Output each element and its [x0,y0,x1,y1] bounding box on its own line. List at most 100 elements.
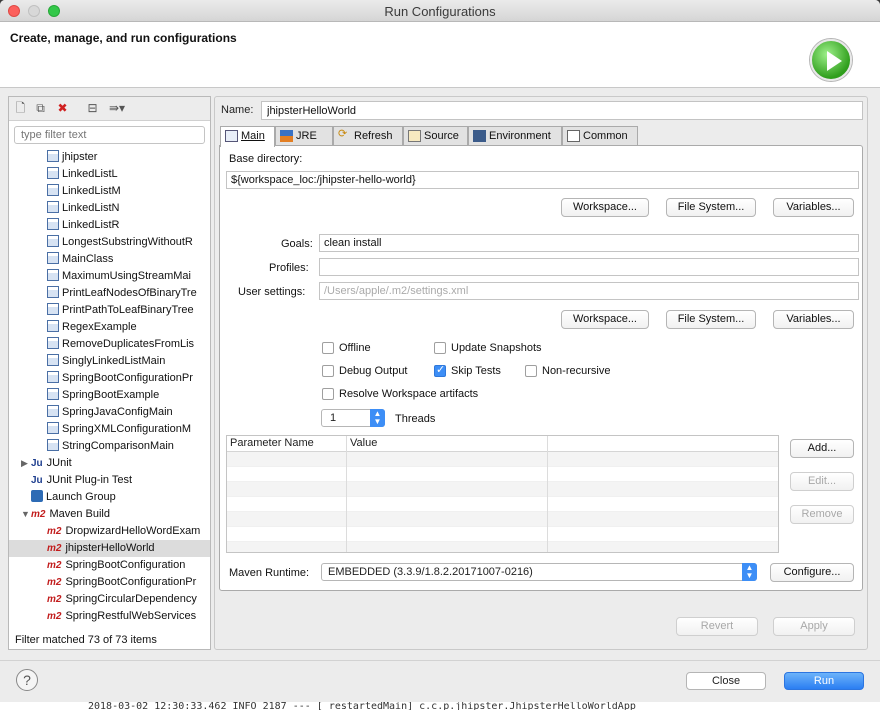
maven-icon: m2 [47,611,62,622]
tree-item[interactable]: PrintPathToLeafBinaryTree [9,302,210,319]
tree-item[interactable]: m2 SpringBootConfigurationPr [9,574,210,591]
maven-runtime-select[interactable]: EMBEDDED (3.3.9/1.8.2.20171007-0216) ▲ ▼ [321,563,757,581]
refresh-icon: ⟳ [338,128,348,140]
tree-item[interactable]: ▶ Ju JUnit [9,455,210,472]
duplicate-configuration-icon[interactable]: ⧉ [33,101,48,116]
tree-item[interactable]: SpringBootConfigurationPr [9,370,210,387]
tree-item[interactable]: PrintLeafNodesOfBinaryTre [9,285,210,302]
table-row[interactable] [227,482,778,497]
collapse-icon[interactable]: ▼ [21,506,31,523]
table-row[interactable] [227,542,778,552]
run-button[interactable]: Run [784,672,864,690]
tree-item-label: LinkedListL [62,168,118,180]
tree-item-label: MainClass [62,253,114,265]
configure-runtime-button[interactable]: Configure... [770,563,854,582]
table-row[interactable] [227,467,778,482]
tree-item[interactable]: SpringBootExample [9,387,210,404]
jre-icon [280,130,293,142]
base-filesystem-button[interactable]: File System... [666,198,756,217]
filter-menu-icon[interactable]: ⇛▾ [105,101,129,116]
tab-source[interactable]: Source [403,126,468,146]
tab-refresh[interactable]: ⟳ Refresh [333,126,403,146]
offline-checkbox[interactable]: Offline [322,342,371,355]
column-value[interactable]: Value [350,436,377,451]
base-workspace-button[interactable]: Workspace... [561,198,649,217]
close-button[interactable]: Close [686,672,766,690]
tree-item[interactable]: LongestSubstringWithoutR [9,234,210,251]
tab-common[interactable]: Common [562,126,638,146]
main-icon [225,130,238,142]
tree-item[interactable]: SpringXMLConfigurationM [9,421,210,438]
delete-configuration-icon[interactable]: ✖ [55,101,70,116]
tree-item[interactable]: LinkedListL [9,166,210,183]
tree-item[interactable]: MainClass [9,251,210,268]
java-app-icon [47,371,59,383]
tree-item-label: SpringBootConfigurationPr [65,576,197,588]
remove-parameter-button[interactable]: Remove [790,505,854,524]
column-parameter-name[interactable]: Parameter Name [230,436,314,451]
tree-item[interactable]: MaximumUsingStreamMai [9,268,210,285]
tree-item[interactable]: RemoveDuplicatesFromLis [9,336,210,353]
collapse-all-icon[interactable]: ⊟ [85,101,100,116]
java-app-icon [47,184,59,196]
tree-item[interactable]: jhipster [9,149,210,166]
table-row[interactable] [227,452,778,467]
revert-button[interactable]: Revert [676,617,758,636]
new-configuration-icon[interactable]: 🗋 [13,101,28,116]
tree-item[interactable]: SpringJavaConfigMain [9,404,210,421]
tab-jre[interactable]: JRE [275,126,333,146]
configuration-tree: jhipster LinkedListL LinkedListM LinkedList… [9,149,210,623]
update-snapshots-checkbox[interactable]: Update Snapshots [434,342,542,355]
threads-select[interactable]: 1 ▲ ▼ [321,409,385,427]
tree-item[interactable]: m2 SpringBootConfiguration [9,557,210,574]
skip-tests-checkbox[interactable]: Skip Tests [434,364,501,378]
tab-environment[interactable]: Environment [468,126,562,146]
tree-item[interactable]: m2 DropwizardHelloWordExam [9,523,210,540]
debug-output-checkbox[interactable]: Debug Output [322,365,408,378]
tree-item[interactable]: m2 SpringRestfulWebServices [9,608,210,623]
profiles-label: Profiles: [269,262,309,274]
non-recursive-checkbox[interactable]: Non-recursive [525,365,610,378]
help-icon[interactable]: ? [16,669,38,691]
tree-item[interactable]: m2 SpringCircularDependency [9,591,210,608]
tree-item[interactable]: Launch Group [9,489,210,506]
tree-item[interactable]: LinkedListM [9,183,210,200]
settings-workspace-button[interactable]: Workspace... [561,310,649,329]
tree-item-label: Launch Group [46,491,116,503]
java-app-icon [47,167,59,179]
apply-button[interactable]: Apply [773,617,855,636]
maven-icon: m2 [31,509,46,520]
tree-item[interactable]: SinglyLinkedListMain [9,353,210,370]
tree-item[interactable]: LinkedListR [9,217,210,234]
filter-input[interactable] [14,126,205,144]
user-settings-input[interactable]: /Users/apple/.m2/settings.xml [319,282,859,300]
tree-item[interactable]: ▼m2 Maven Build [9,506,210,523]
base-variables-button[interactable]: Variables... [773,198,854,217]
table-row[interactable] [227,497,778,512]
tree-item-label: SpringBootConfigurationPr [62,372,193,384]
edit-parameter-button[interactable]: Edit... [790,472,854,491]
tree-item[interactable]: Ju JUnit Plug-in Test [9,472,210,489]
table-row[interactable] [227,512,778,527]
tree-item[interactable]: LinkedListN [9,200,210,217]
profiles-input[interactable] [319,258,859,276]
table-row[interactable] [227,527,778,542]
settings-variables-button[interactable]: Variables... [773,310,854,329]
java-app-icon [47,388,59,400]
maven-icon: m2 [47,543,62,554]
tree-item-label: SpringBootExample [62,389,160,401]
settings-filesystem-button[interactable]: File System... [666,310,756,329]
base-directory-input[interactable]: ${workspace_loc:/jhipster-hello-world} [226,171,859,189]
tree-item[interactable]: m2 jhipsterHelloWorld [9,540,210,557]
tree-item[interactable]: StringComparisonMain [9,438,210,455]
add-parameter-button[interactable]: Add... [790,439,854,458]
resolve-workspace-checkbox[interactable]: Resolve Workspace artifacts [322,388,478,401]
parameter-table[interactable]: Parameter Name Value [226,435,779,553]
name-input[interactable] [261,101,863,120]
title-bar[interactable]: Run Configurations [0,0,880,22]
junit-icon: Ju [31,475,43,486]
goals-input[interactable]: clean install [319,234,859,252]
tab-main[interactable]: Main [220,126,275,147]
expand-icon[interactable]: ▶ [21,455,31,472]
tree-item[interactable]: RegexExample [9,319,210,336]
